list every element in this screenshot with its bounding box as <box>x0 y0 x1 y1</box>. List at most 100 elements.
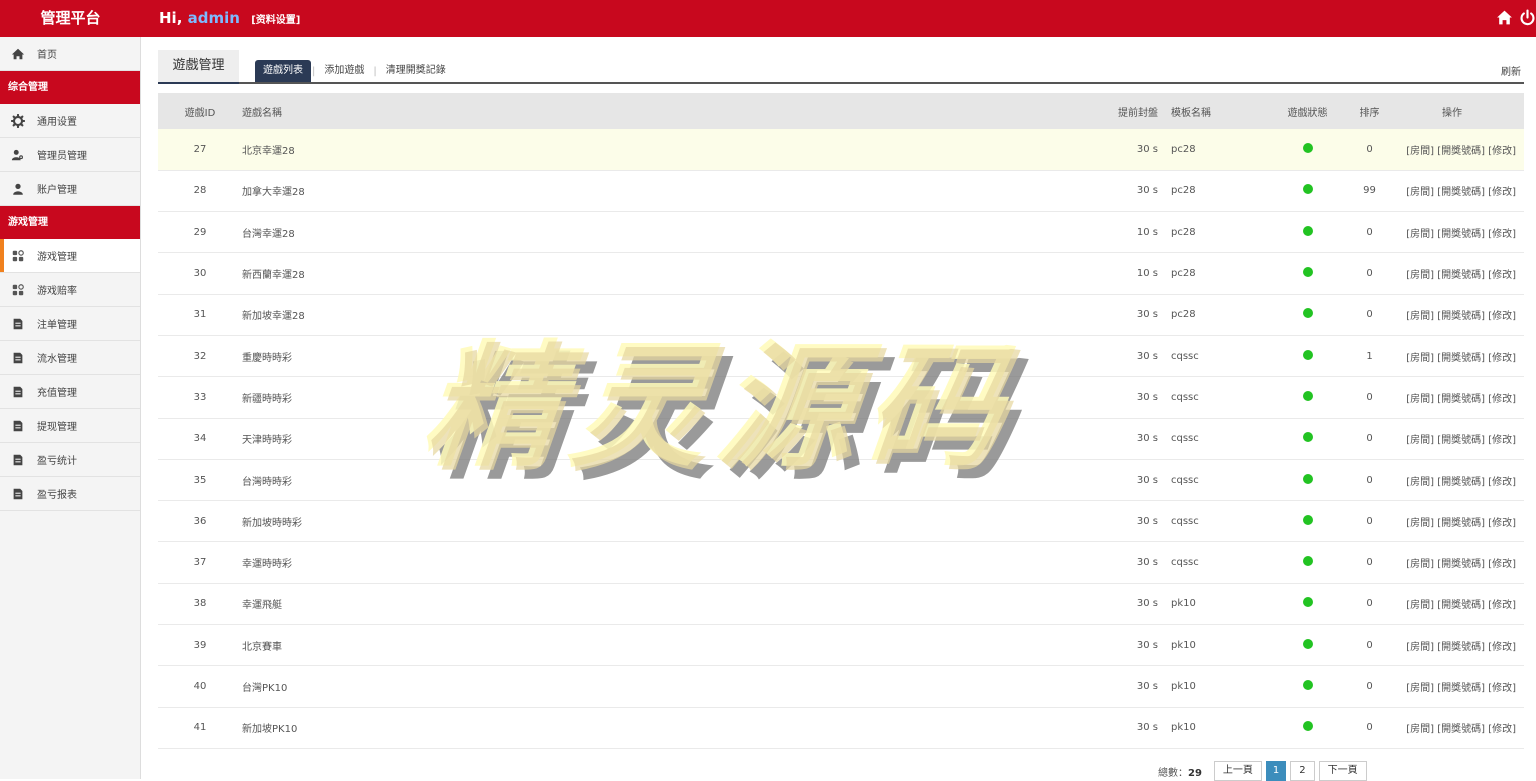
sidebar-item-withdraw-management[interactable]: 提现管理 <box>0 409 140 443</box>
cell-sort: 99 <box>1359 170 1380 213</box>
room-link[interactable]: [房間] <box>1406 146 1434 157</box>
draw-number-link[interactable]: [開獎號碼] <box>1437 518 1485 529</box>
cell-template: pk10 <box>1158 707 1256 749</box>
cell-game-id: 41 <box>158 707 242 749</box>
pagination: 總數：29 上一頁 1 2 下一頁 <box>1158 761 1367 781</box>
cell-sort: 0 <box>1359 459 1380 502</box>
edit-link[interactable]: [修改] <box>1488 394 1516 405</box>
refresh-link[interactable]: 刷新 <box>1501 63 1521 78</box>
room-link[interactable]: [房間] <box>1406 518 1434 529</box>
room-link[interactable]: [房間] <box>1406 394 1434 405</box>
edit-link[interactable]: [修改] <box>1488 724 1516 735</box>
cell-close-time: 30 s <box>1102 170 1158 213</box>
sidebar-item-label: 游戏赔率 <box>37 286 77 297</box>
home-icon[interactable] <box>1496 9 1513 26</box>
draw-number-link[interactable]: [開獎號碼] <box>1437 311 1485 322</box>
cell-template: pc28 <box>1158 129 1256 171</box>
status-on-dot <box>1302 556 1313 567</box>
draw-number-link[interactable]: [開獎號碼] <box>1437 353 1485 364</box>
page-2-button[interactable]: 2 <box>1290 761 1315 781</box>
draw-number-link[interactable]: [開獎號碼] <box>1437 724 1485 735</box>
room-link[interactable]: [房間] <box>1406 311 1434 322</box>
document-icon <box>10 384 25 399</box>
table-header-row: 遊戲ID 遊戲名稱 提前封盤 模板名稱 遊戲狀態 排序 操作 <box>158 93 1524 129</box>
edit-link[interactable]: [修改] <box>1488 683 1516 694</box>
room-link[interactable]: [房間] <box>1406 642 1434 653</box>
sidebar-item-game-management[interactable]: 游戏管理 <box>0 239 140 273</box>
room-link[interactable]: [房間] <box>1406 270 1434 281</box>
cell-template: pc28 <box>1158 252 1256 295</box>
edit-link[interactable]: [修改] <box>1488 600 1516 611</box>
cell-sort: 0 <box>1359 500 1380 543</box>
sidebar-item-profit-stats[interactable]: 盈亏统计 <box>0 443 140 477</box>
subtab-add-game[interactable]: 添加遊戲 <box>316 60 372 82</box>
edit-link[interactable]: [修改] <box>1488 187 1516 198</box>
cell-game-id: 39 <box>158 624 242 667</box>
sidebar-item-account-management[interactable]: 账户管理 <box>0 172 140 206</box>
draw-number-link[interactable]: [開獎號碼] <box>1437 435 1485 446</box>
room-link[interactable]: [房間] <box>1406 229 1434 240</box>
edit-link[interactable]: [修改] <box>1488 146 1516 157</box>
room-link[interactable]: [房間] <box>1406 353 1434 364</box>
room-link[interactable]: [房間] <box>1406 187 1434 198</box>
sidebar-item-profit-report[interactable]: 盈亏报表 <box>0 477 140 511</box>
power-icon[interactable] <box>1519 9 1536 26</box>
edit-link[interactable]: [修改] <box>1488 229 1516 240</box>
total-label: 總數： <box>1158 767 1188 779</box>
edit-link[interactable]: [修改] <box>1488 559 1516 570</box>
draw-number-link[interactable]: [開獎號碼] <box>1437 394 1485 405</box>
status-on-dot <box>1302 308 1313 319</box>
room-link[interactable]: [房間] <box>1406 683 1434 694</box>
room-link[interactable]: [房間] <box>1406 435 1434 446</box>
sidebar-item-home[interactable]: 首页 <box>0 37 140 71</box>
status-on-dot <box>1302 638 1313 649</box>
room-link[interactable]: [房間] <box>1406 559 1434 570</box>
subtabs: 遊戲列表 | 添加遊戲 | 清理開獎記錄 <box>255 60 454 82</box>
edit-link[interactable]: [修改] <box>1488 270 1516 281</box>
sidebar-item-general-settings[interactable]: 通用设置 <box>0 104 140 138</box>
cell-status <box>1256 252 1359 295</box>
next-page-button[interactable]: 下一頁 <box>1318 761 1367 781</box>
cell-game-id: 40 <box>158 665 242 708</box>
edit-link[interactable]: [修改] <box>1488 642 1516 653</box>
cell-game-name: 新加坡PK10 <box>242 707 1102 749</box>
page-1-button[interactable]: 1 <box>1265 761 1287 781</box>
cell-game-id: 36 <box>158 500 242 543</box>
draw-number-link[interactable]: [開獎號碼] <box>1437 477 1485 488</box>
grid-icon <box>10 248 25 263</box>
cell-sort: 0 <box>1359 665 1380 708</box>
sidebar-item-bet-management[interactable]: 注单管理 <box>0 307 140 341</box>
sidebar-item-flow-management[interactable]: 流水管理 <box>0 341 140 375</box>
cell-game-name: 新疆時時彩 <box>242 376 1102 419</box>
document-icon <box>10 486 25 501</box>
sidebar-item-deposit-management[interactable]: 充值管理 <box>0 375 140 409</box>
user-icon <box>10 181 25 196</box>
cell-game-name: 台灣幸運28 <box>242 211 1102 254</box>
subtab-clear-records[interactable]: 清理開獎記錄 <box>378 60 454 82</box>
edit-link[interactable]: [修改] <box>1488 311 1516 322</box>
draw-number-link[interactable]: [開獎號碼] <box>1437 229 1485 240</box>
room-link[interactable]: [房間] <box>1406 477 1434 488</box>
sidebar-item-admin-management[interactable]: 管理员管理 <box>0 138 140 172</box>
draw-number-link[interactable]: [開獎號碼] <box>1437 146 1485 157</box>
draw-number-link[interactable]: [開獎號碼] <box>1437 559 1485 570</box>
profile-settings-link[interactable]: [资料设置] <box>251 15 300 26</box>
edit-link[interactable]: [修改] <box>1488 435 1516 446</box>
draw-number-link[interactable]: [開獎號碼] <box>1437 600 1485 611</box>
room-link[interactable]: [房間] <box>1406 600 1434 611</box>
draw-number-link[interactable]: [開獎號碼] <box>1437 187 1485 198</box>
cell-game-id: 29 <box>158 211 242 254</box>
edit-link[interactable]: [修改] <box>1488 518 1516 529</box>
draw-number-link[interactable]: [開獎號碼] <box>1437 683 1485 694</box>
subtab-game-list[interactable]: 遊戲列表 <box>255 60 311 82</box>
cell-close-time: 30 s <box>1102 376 1158 419</box>
draw-number-link[interactable]: [開獎號碼] <box>1437 270 1485 281</box>
edit-link[interactable]: [修改] <box>1488 477 1516 488</box>
edit-link[interactable]: [修改] <box>1488 353 1516 364</box>
room-link[interactable]: [房間] <box>1406 724 1434 735</box>
sidebar-item-game-odds[interactable]: 游戏赔率 <box>0 273 140 307</box>
draw-number-link[interactable]: [開獎號碼] <box>1437 642 1485 653</box>
tab-game-management[interactable]: 遊戲管理 <box>158 50 239 84</box>
prev-page-button[interactable]: 上一頁 <box>1213 761 1262 781</box>
status-on-dot <box>1302 184 1313 195</box>
